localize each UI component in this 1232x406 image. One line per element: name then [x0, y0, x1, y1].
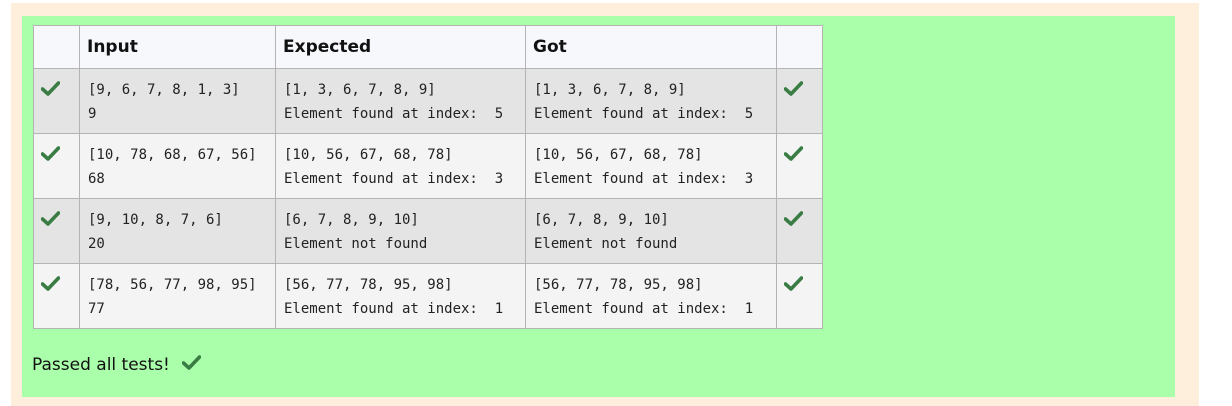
input-cell-line: [9, 6, 7, 8, 1, 3]: [88, 82, 240, 98]
expected-cell: [6, 7, 8, 9, 10] Element not found: [275, 198, 526, 264]
header-expected: Expected: [275, 25, 526, 69]
result-cell: [776, 133, 823, 199]
result-cell: [776, 68, 823, 134]
expected-cell-line: Element found at index: 1: [284, 301, 504, 317]
table-header-row: Input Expected Got: [33, 25, 823, 69]
got-cell-line: [10, 56, 67, 68, 78]: [534, 147, 703, 163]
checkmark-icon: [181, 355, 202, 375]
input-cell-line: 68: [88, 171, 105, 187]
got-cell-line: Element found at index: 5: [534, 106, 754, 122]
checkmark-icon: [777, 264, 822, 291]
test-results-panel: Input Expected Got [9, 6, 7, 8, 1, 3] 9 [1…: [22, 16, 1175, 397]
table-row: [10, 78, 68, 67, 56] 68 [10, 56, 67, 68, 7…: [33, 133, 823, 199]
expected-cell-line: [1, 3, 6, 7, 8, 9]: [284, 82, 436, 98]
expected-cell: [56, 77, 78, 95, 98] Element found at ind…: [275, 263, 526, 329]
got-cell-line: Element not found: [534, 236, 678, 252]
checkmark-icon: [777, 69, 822, 96]
passed-message: Passed all tests!: [32, 355, 170, 375]
got-cell-line: [6, 7, 8, 9, 10]: [534, 212, 669, 228]
header-got: Got: [525, 25, 777, 69]
input-cell-line: 9: [88, 106, 97, 122]
expected-cell: [1, 3, 6, 7, 8, 9] Element found at index…: [275, 68, 526, 134]
got-cell: [10, 56, 67, 68, 78] Element found at ind…: [525, 133, 777, 199]
test-results-table: Input Expected Got [9, 6, 7, 8, 1, 3] 9 [1…: [33, 25, 823, 329]
got-cell: [56, 77, 78, 95, 98] Element found at ind…: [525, 263, 777, 329]
expected-cell-line: [56, 77, 78, 95, 98]: [284, 277, 453, 293]
status-cell: [33, 68, 80, 134]
table-row: [9, 6, 7, 8, 1, 3] 9 [1, 3, 6, 7, 8, 9] Ele…: [33, 68, 823, 134]
checkmark-icon: [777, 134, 822, 161]
checkmark-icon: [777, 199, 822, 226]
input-cell: [78, 56, 77, 98, 95] 77: [79, 263, 276, 329]
input-cell: [9, 10, 8, 7, 6] 20: [79, 198, 276, 264]
table-row: [78, 56, 77, 98, 95] 77 [56, 77, 78, 95, 9…: [33, 263, 823, 329]
expected-cell-line: Element found at index: 5: [284, 106, 504, 122]
status-cell: [33, 133, 80, 199]
expected-cell: [10, 56, 67, 68, 78] Element found at ind…: [275, 133, 526, 199]
header-status: [33, 25, 80, 69]
expected-cell-line: [6, 7, 8, 9, 10]: [284, 212, 419, 228]
input-cell: [9, 6, 7, 8, 1, 3] 9: [79, 68, 276, 134]
input-cell-line: [10, 78, 68, 67, 56]: [88, 147, 257, 163]
input-cell-line: 20: [88, 236, 105, 252]
got-cell: [6, 7, 8, 9, 10] Element not found: [525, 198, 777, 264]
summary-footer: Passed all tests!: [32, 355, 202, 375]
checkmark-icon: [34, 199, 79, 226]
input-cell-line: [78, 56, 77, 98, 95]: [88, 277, 257, 293]
table-row: [9, 10, 8, 7, 6] 20 [6, 7, 8, 9, 10] Elemen…: [33, 198, 823, 264]
header-input: Input: [79, 25, 276, 69]
input-cell: [10, 78, 68, 67, 56] 68: [79, 133, 276, 199]
checkmark-icon: [34, 69, 79, 96]
status-cell: [33, 198, 80, 264]
expected-cell-line: Element not found: [284, 236, 428, 252]
got-cell-line: Element found at index: 1: [534, 301, 754, 317]
checkmark-icon: [34, 134, 79, 161]
quiz-feedback-container: Input Expected Got [9, 6, 7, 8, 1, 3] 9 [1…: [11, 3, 1199, 406]
got-cell-line: Element found at index: 3: [534, 171, 754, 187]
input-cell-line: 77: [88, 301, 105, 317]
got-cell-line: [1, 3, 6, 7, 8, 9]: [534, 82, 686, 98]
expected-cell-line: Element found at index: 3: [284, 171, 504, 187]
header-result: [776, 25, 823, 69]
input-cell-line: [9, 10, 8, 7, 6]: [88, 212, 223, 228]
result-cell: [776, 198, 823, 264]
result-cell: [776, 263, 823, 329]
got-cell-line: [56, 77, 78, 95, 98]: [534, 277, 703, 293]
expected-cell-line: [10, 56, 67, 68, 78]: [284, 147, 453, 163]
checkmark-icon: [34, 264, 79, 291]
status-cell: [33, 263, 80, 329]
got-cell: [1, 3, 6, 7, 8, 9] Element found at index…: [525, 68, 777, 134]
